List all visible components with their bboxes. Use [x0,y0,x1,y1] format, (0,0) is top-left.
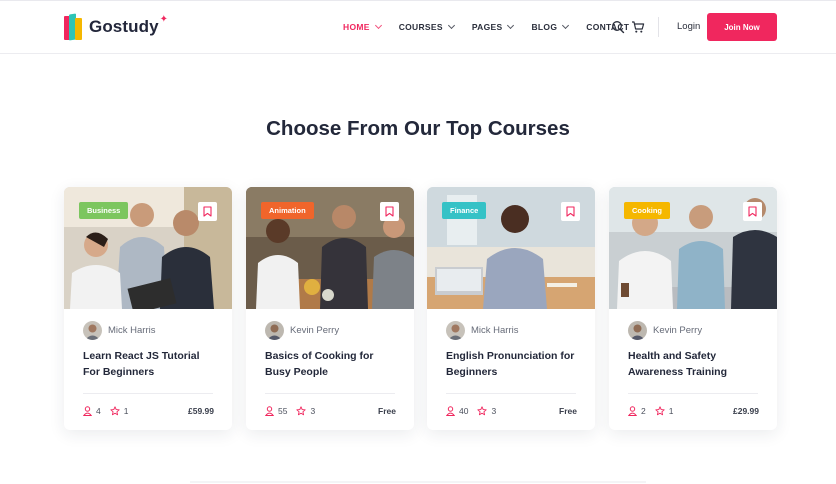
author-name: Kevin Perry [290,325,340,336]
course-price: Free [378,406,396,416]
avatar [446,321,465,340]
bookmark-icon [748,206,757,217]
logo-icon [64,13,84,41]
star-icon [477,406,488,416]
rating-count: 3 [310,406,316,416]
rating-count: 3 [491,406,497,416]
card-divider [446,393,576,394]
header-divider [658,17,659,37]
course-author[interactable]: Kevin Perry [628,321,702,340]
course-title[interactable]: English Pronunciation for Beginners [446,348,581,380]
author-name: Mick Harris [108,325,156,336]
user-icon [83,406,92,416]
nav-item-home[interactable]: HOME [343,21,382,32]
course-meta: 55 3 [265,406,324,416]
author-name: Kevin Perry [653,325,703,336]
course-card[interactable]: Animation Kevin Perry Basics of Cooking … [246,187,414,430]
course-title[interactable]: Basics of Cooking for Busy People [265,348,400,380]
course-title[interactable]: Learn React JS Tutorial For Beginners [83,348,218,380]
chevron-down-icon [447,21,455,30]
card-divider [83,393,213,394]
student-count: 40 [459,406,469,416]
course-card[interactable]: Finance Mick Harris English Pronunciatio… [427,187,595,430]
user-icon [628,406,637,416]
course-author[interactable]: Mick Harris [446,321,519,340]
chevron-down-icon [507,21,515,30]
chevron-down-icon [374,21,382,30]
rating-count: 1 [668,406,674,416]
rating-count: 1 [123,406,129,416]
category-badge[interactable]: Animation [261,202,314,219]
nav-item-courses[interactable]: COURSES [399,21,455,32]
avatar [265,321,284,340]
logo[interactable]: Gostudy ✦ [64,13,169,41]
site-header: Gostudy ✦ HOME COURSES PAGES BLOG CONTAC… [0,0,836,54]
brand-name: Gostudy [89,17,159,36]
author-name: Mick Harris [471,325,519,336]
course-image[interactable]: Business [64,187,232,309]
card-divider [265,393,395,394]
bookmark-icon [203,206,212,217]
user-icon [265,406,274,416]
course-meta: 2 1 [628,406,682,416]
brand-star-icon: ✦ [159,13,169,25]
cart-icon[interactable] [631,20,645,34]
avatar [83,321,102,340]
section-bottom-divider [190,481,646,483]
student-count: 55 [278,406,288,416]
nav-item-pages[interactable]: PAGES [472,21,515,32]
bookmark-icon [385,206,394,217]
bookmark-icon [566,206,575,217]
student-count: 4 [96,406,101,416]
course-price: £29.99 [733,406,759,416]
avatar [628,321,647,340]
course-image[interactable]: Cooking [609,187,777,309]
star-icon [110,406,120,416]
category-badge[interactable]: Cooking [624,202,670,219]
category-badge[interactable]: Finance [442,202,487,219]
bookmark-button[interactable] [561,202,580,221]
course-price: £59.99 [188,406,214,416]
join-now-button[interactable]: Join Now [707,13,777,41]
course-meta: 40 3 [446,406,505,416]
star-icon [655,406,665,416]
course-card[interactable]: Business Mick Harris Learn React JS Tuto… [64,187,232,430]
star-icon [296,406,307,416]
course-author[interactable]: Kevin Perry [265,321,339,340]
category-badge[interactable]: Business [79,202,129,219]
login-link[interactable]: Login [677,21,700,32]
search-icon[interactable] [611,20,625,34]
course-card[interactable]: Cooking Kevin Perry Health and Safety Aw… [609,187,777,430]
course-image[interactable]: Animation [246,187,414,309]
bookmark-button[interactable] [743,202,762,221]
user-icon [446,406,455,416]
main-nav: HOME COURSES PAGES BLOG CONTACT [343,21,647,32]
section-title: Choose From Our Top Courses [266,117,570,140]
student-count: 2 [641,406,646,416]
course-meta: 4 1 [83,406,137,416]
bookmark-button[interactable] [380,202,399,221]
chevron-down-icon [562,21,570,30]
nav-item-blog[interactable]: BLOG [531,21,570,32]
course-image[interactable]: Finance [427,187,595,309]
course-price: Free [559,406,577,416]
bookmark-button[interactable] [198,202,217,221]
course-author[interactable]: Mick Harris [83,321,156,340]
course-title[interactable]: Health and Safety Awareness Training [628,348,763,380]
card-divider [628,393,758,394]
